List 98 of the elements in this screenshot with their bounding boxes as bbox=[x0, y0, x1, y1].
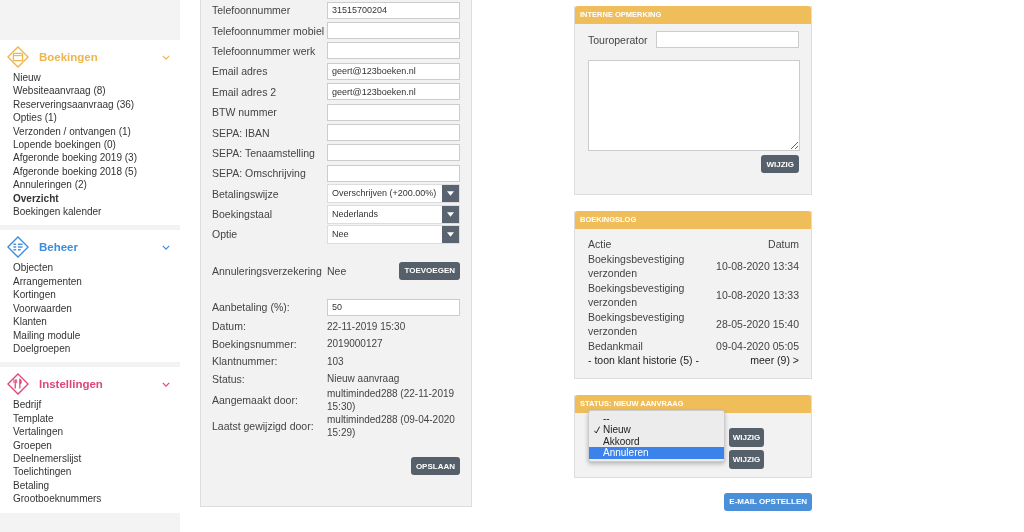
table-cell-text: Boekingsbevestiging verzonden bbox=[588, 280, 686, 310]
table-cell: 10-08-2020 13:33 bbox=[716, 289, 799, 301]
chevron-icon[interactable] bbox=[162, 54, 170, 60]
field-label: Telefoonnummer mobiel bbox=[212, 24, 326, 37]
table-cell: 10-08-2020 13:34 bbox=[716, 260, 799, 272]
text-field[interactable]: geert@123boeken.nl bbox=[327, 83, 460, 101]
field-label: Aanbetaling (%): bbox=[212, 301, 291, 314]
table-cell-text: Boekingsbevestiging verzonden bbox=[588, 251, 686, 281]
field-value: multiminded288 (09-04-2020 15:29) bbox=[327, 413, 456, 440]
select-field[interactable]: Overschrijven (+200.00%) bbox=[327, 184, 460, 204]
field-value: multiminded288 (22-11-2019 15:30) bbox=[327, 387, 456, 414]
field-label: Email adres bbox=[212, 65, 269, 78]
column-header: Datum bbox=[768, 238, 799, 251]
menu-option[interactable]: Annuleren bbox=[589, 447, 724, 459]
caret-icon bbox=[447, 211, 454, 217]
field-label: Telefoonnummer bbox=[212, 4, 292, 17]
sidebar-item[interactable]: Lopende boekingen (0) bbox=[13, 138, 116, 152]
field-label: Optie bbox=[212, 228, 239, 241]
field-value: 103 bbox=[327, 354, 345, 368]
sidebar-item[interactable]: Nieuw bbox=[13, 71, 41, 85]
field-label: Status: bbox=[212, 372, 246, 385]
field-label: Boekingstaal bbox=[212, 208, 274, 221]
field-label: Email adres 2 bbox=[212, 85, 278, 98]
table-cell: 09-04-2020 05:05 bbox=[716, 339, 799, 352]
text-field[interactable] bbox=[327, 22, 460, 40]
field-label: Telefoonnummer werk bbox=[212, 44, 317, 57]
menu-option[interactable]: Akkoord bbox=[589, 435, 724, 447]
sidebar-item[interactable]: Voorwaarden bbox=[13, 301, 72, 316]
field-label: Klantnummer: bbox=[212, 355, 279, 368]
text-field[interactable] bbox=[327, 103, 460, 121]
field-label: SEPA: Tenaamstelling bbox=[212, 146, 316, 159]
field-label: Touroperator bbox=[588, 33, 648, 46]
field-label: Laatst gewijzigd door: bbox=[212, 420, 315, 433]
menu-option[interactable]: -- bbox=[589, 412, 724, 424]
sidebar-item[interactable]: Overzicht bbox=[13, 191, 59, 206]
sidebar-item[interactable]: Reserveringsaanvraag (36) bbox=[13, 97, 135, 112]
sidebar-item[interactable]: Afgeronde boeking 2019 (3) bbox=[13, 151, 137, 165]
field-value: 22-11-2019 15:30 bbox=[327, 319, 407, 333]
caret-icon bbox=[447, 191, 454, 197]
sidebar-item[interactable]: Kortingen bbox=[13, 288, 56, 302]
chevron-icon[interactable] bbox=[162, 244, 170, 250]
text-field[interactable]: geert@123boeken.nl bbox=[327, 62, 460, 80]
field-label: BTW nummer bbox=[212, 106, 278, 119]
table-cell-text: Boekingsbevestiging verzonden bbox=[588, 309, 686, 339]
column-header: Actie bbox=[588, 237, 613, 252]
sidebar-item[interactable]: Boekingen kalender bbox=[13, 205, 102, 219]
field-label: Datum: bbox=[212, 320, 247, 333]
edit-button[interactable]: WIJZIG bbox=[729, 427, 764, 447]
text-field[interactable] bbox=[656, 31, 799, 48]
sidebar-item[interactable]: Afgeronde boeking 2018 (5) bbox=[13, 164, 137, 179]
field-value: Nieuw aanvraag bbox=[327, 372, 401, 386]
field-label: SEPA: Omschrijving bbox=[212, 167, 307, 180]
sidebar-item[interactable]: Vertalingen bbox=[13, 425, 64, 439]
sidebar-item[interactable]: Template bbox=[13, 411, 54, 426]
field-value: 2019000127 bbox=[327, 337, 384, 351]
sidebar-item[interactable]: Toelichtingen bbox=[13, 465, 72, 479]
sidebar-item[interactable]: Opties (1) bbox=[13, 111, 57, 125]
menu-option[interactable]: Nieuw bbox=[589, 424, 724, 436]
text-field[interactable] bbox=[327, 42, 460, 60]
table-cell-text: Bedankmail bbox=[588, 338, 644, 353]
note-textarea[interactable] bbox=[588, 60, 800, 151]
sidebar-item[interactable]: Grootboeknummers bbox=[13, 492, 102, 506]
edit-button[interactable]: WIJZIG bbox=[761, 155, 799, 173]
table-cell: 28-05-2020 15:40 bbox=[716, 318, 799, 330]
text-field[interactable]: 50 bbox=[327, 298, 460, 316]
sidebar-item[interactable]: Groepen bbox=[13, 438, 52, 452]
field-label: Betalingswijze bbox=[212, 187, 280, 200]
sidebar-item[interactable]: Objecten bbox=[13, 261, 54, 275]
select-field[interactable]: Nee bbox=[327, 225, 460, 244]
sidebar-item[interactable]: Verzonden / ontvangen (1) bbox=[13, 124, 131, 139]
field-value: Nee bbox=[327, 264, 348, 277]
sidebar-item[interactable]: Mailing module bbox=[13, 328, 81, 342]
more-link[interactable]: meer (9) > bbox=[750, 354, 799, 367]
sidebar-item[interactable]: Doelgroepen bbox=[13, 341, 71, 356]
field-label: Annuleringsverzekering bbox=[212, 264, 323, 277]
text-field[interactable] bbox=[327, 144, 460, 162]
field-label: Boekingsnummer: bbox=[212, 337, 298, 350]
save-button[interactable]: OPSLAAN bbox=[410, 457, 460, 476]
caret-icon bbox=[447, 232, 454, 237]
sidebar-item[interactable]: Deelnemerslijst bbox=[13, 451, 82, 466]
sidebar-item[interactable]: Annuleringen (2) bbox=[13, 178, 87, 192]
text-field[interactable]: 31515700204 bbox=[327, 1, 460, 19]
chevron-icon[interactable] bbox=[162, 381, 170, 387]
field-label: SEPA: IBAN bbox=[212, 126, 271, 139]
field-label: Aangemaakt door: bbox=[212, 394, 299, 407]
add-button[interactable]: TOEVOEGEN bbox=[399, 261, 460, 280]
sidebar-item[interactable]: Klanten bbox=[13, 315, 47, 329]
history-link[interactable]: - toon klant historie (5) - bbox=[588, 354, 699, 367]
section-title[interactable]: Instellingen bbox=[39, 378, 152, 391]
select-field[interactable]: Nederlands bbox=[327, 204, 460, 224]
checkmark-icon bbox=[594, 425, 600, 434]
sidebar-item[interactable]: Websiteaanvraag (8) bbox=[13, 84, 106, 98]
text-field[interactable] bbox=[327, 124, 460, 142]
sidebar-item[interactable]: Arrangementen bbox=[13, 274, 82, 289]
text-field[interactable] bbox=[327, 164, 460, 182]
sidebar-item[interactable]: Betaling bbox=[13, 478, 50, 493]
edit-button[interactable]: WIJZIG bbox=[729, 449, 764, 469]
sidebar-item[interactable]: Bedrijf bbox=[13, 398, 42, 412]
